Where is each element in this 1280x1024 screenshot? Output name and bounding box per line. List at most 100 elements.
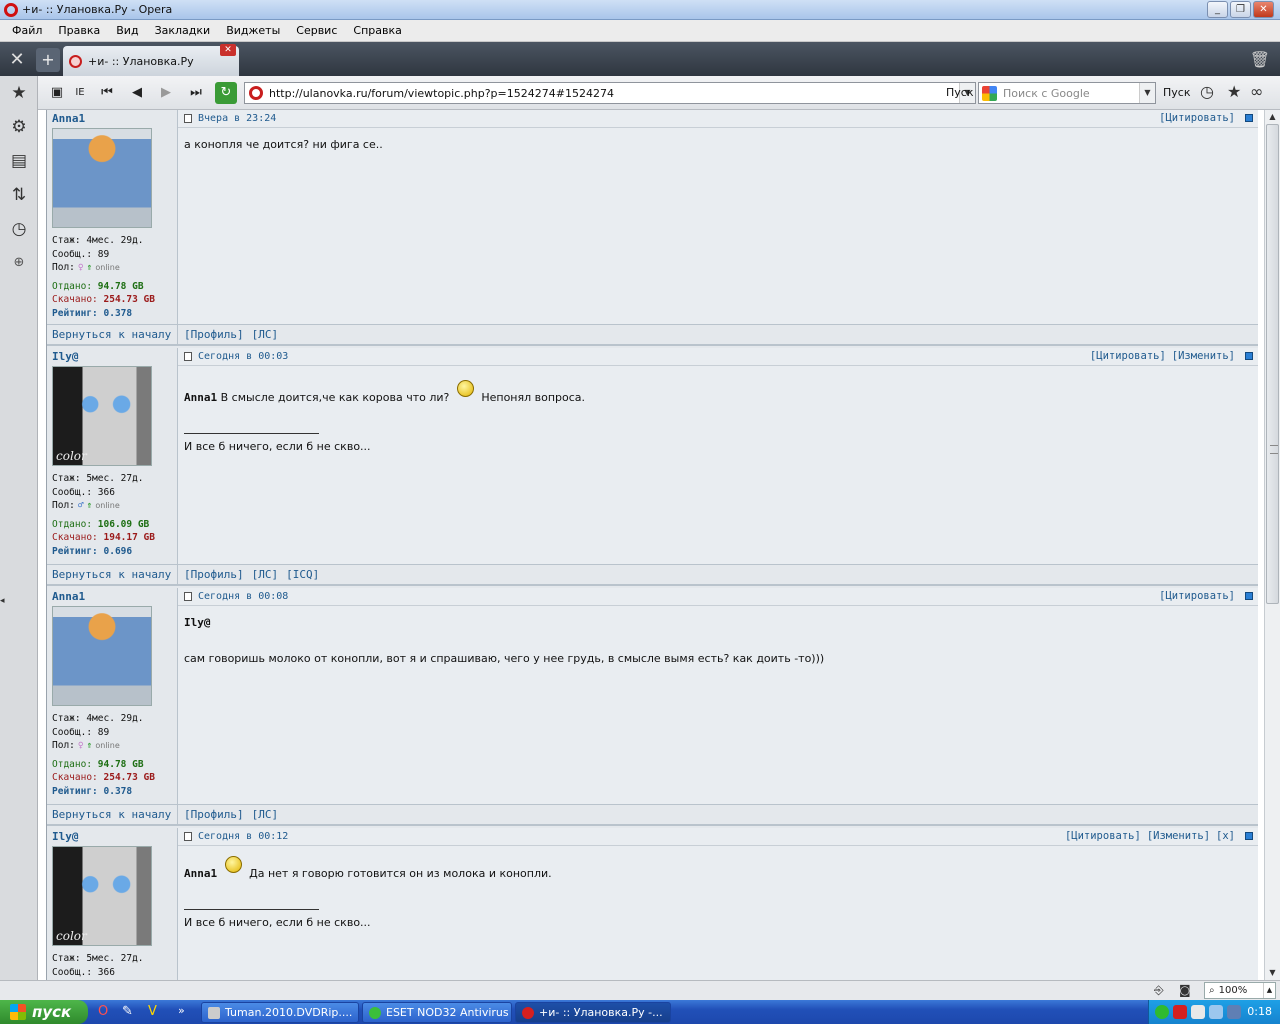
minimize-button[interactable]: _ [1207,1,1228,18]
start-button[interactable]: пуск [0,1000,88,1024]
post-author: Anna1 Стаж: 4мес. 29д. Сообщ.: 89 Пол: ♀… [47,588,178,804]
bookmarks-star-icon[interactable]: ★ [3,78,35,108]
delete-button[interactable]: [x] [1216,830,1235,842]
maximize-button[interactable]: ❐ [1230,1,1251,18]
menu-bookmarks[interactable]: Закладки [147,24,219,37]
close-tab-button[interactable]: ✕ [220,44,236,56]
back-to-top-link[interactable]: Вернуться к началу [47,565,178,584]
fast-forward-icon[interactable]: ⏭ [185,82,207,104]
view-settings-icon[interactable]: ⎆ [1154,983,1164,998]
forward-icon[interactable]: ▶ [155,82,177,104]
rewind-icon[interactable]: ⏮ [96,82,118,104]
volume-tray-icon[interactable] [1227,1005,1241,1019]
chat-icon[interactable]: ▤ [3,146,35,176]
v-quicklaunch-icon[interactable]: V [148,1004,157,1019]
save-icon[interactable]: ▣ [46,82,68,104]
close-window-button[interactable]: ✕ [1253,1,1274,18]
back-to-top-link[interactable]: Вернуться к началу [47,325,178,344]
reload-icon[interactable]: ↻ [215,82,237,104]
author-nick[interactable]: Ily@ [52,350,177,363]
post-date[interactable]: Сегодня в 00:03 [198,351,288,362]
history-clock-icon[interactable]: ◷ [3,214,35,244]
address-bar[interactable]: http://ulanovka.ru/forum/viewtopic.php?p… [244,82,976,104]
quote-button[interactable]: [Цитировать] [1159,112,1235,124]
search-input[interactable]: Поиск с Google ▼ [978,82,1156,104]
opera-quicklaunch-icon[interactable]: O [98,1004,108,1019]
post-date[interactable]: Вчера в 23:24 [198,113,276,124]
profile-link[interactable]: [Профиль] [184,805,244,824]
stat-posts: Сообщ.: 89 [52,726,110,738]
new-tab-button[interactable]: + [36,48,60,72]
display-tray-icon[interactable] [1209,1005,1223,1019]
edit-button[interactable]: [Изменить] [1172,350,1235,362]
quoted-nick[interactable]: Anna1 [184,391,217,404]
glasses-icon[interactable]: ∞ [1250,82,1263,101]
nod32-tray-icon[interactable] [1155,1005,1169,1019]
opera-tray-icon[interactable] [1173,1005,1187,1019]
collapse-panel-icon[interactable]: ◂ [0,596,5,606]
back-to-top-link[interactable]: Вернуться к началу [47,805,178,824]
icq-link[interactable]: [ICQ] [286,565,319,584]
author-nick[interactable]: Anna1 [52,112,177,125]
quoted-nick[interactable]: Ily@ [184,616,1258,630]
quoted-nick[interactable]: Anna1 [184,867,217,880]
scroll-up-icon[interactable]: ▲ [1265,110,1280,124]
quicklaunch-more-icon[interactable]: » [178,1004,185,1017]
add-panel-icon[interactable]: ⊕ [3,248,35,278]
ie-button[interactable]: IE [69,82,91,104]
menu-widgets[interactable]: Виджеты [218,24,288,37]
quote-button[interactable]: [Цитировать] [1159,590,1235,602]
menu-help[interactable]: Справка [345,24,409,37]
settings-gear-icon[interactable]: ⚙ [3,112,35,142]
go-button[interactable]: Пуск [946,86,973,99]
profile-link[interactable]: [Профиль] [184,325,244,344]
post-top-icon[interactable] [1245,592,1253,600]
scroll-down-icon[interactable]: ▼ [1265,966,1280,980]
profile-link[interactable]: [Профиль] [184,565,244,584]
author-nick[interactable]: Ily@ [52,830,177,843]
post-date[interactable]: Сегодня в 00:12 [198,831,288,842]
pm-link[interactable]: [ЛС] [252,325,279,344]
search-go-button[interactable]: Пуск [1163,86,1190,99]
transfers-icon[interactable]: ⇅ [3,180,35,210]
edit-button[interactable]: [Изменить] [1147,830,1210,842]
post-top-icon[interactable] [1245,832,1253,840]
tools-quicklaunch-icon[interactable]: ✎ [122,1004,133,1019]
zoom-dropdown-icon[interactable]: ▲ [1263,983,1275,998]
task-tuman[interactable]: Tuman.2010.DVDRip.... [201,1002,359,1023]
post-doc-icon [184,352,192,361]
tools-icon[interactable]: ✕ [2,47,32,73]
author-nick[interactable]: Anna1 [52,590,177,603]
quote-button[interactable]: [Цитировать] [1090,350,1166,362]
zoom-control[interactable]: ⌕ 100% ▲ [1204,982,1276,999]
post-top-icon[interactable] [1245,352,1253,360]
stat-uploaded: Отдано: 94.78 GB [52,758,144,770]
search-dropdown-icon[interactable]: ▼ [1139,83,1155,103]
speed-dial-clock-icon[interactable]: ◷ [1200,82,1214,101]
signature-divider [184,433,319,434]
author-stats: Стаж: 5мес. 27д. Сообщ.: 366 [52,952,177,979]
post-text: Anna1 В смысле доится,че как корова что … [178,366,1258,454]
scroll-thumb[interactable] [1266,124,1279,604]
pm-link[interactable]: [ЛС] [252,565,279,584]
tab-ulanovka[interactable]: +и- :: Улановка.Ру ✕ [63,44,239,76]
zoom-value: 100% [1218,985,1248,996]
back-icon[interactable]: ◀ [126,82,148,104]
trash-icon[interactable]: 🗑 [1250,50,1270,69]
camera-icon[interactable]: ◙ [1179,983,1191,997]
post-top-icon[interactable] [1245,114,1253,122]
menu-edit[interactable]: Правка [50,24,108,37]
menu-tools[interactable]: Сервис [288,24,345,37]
quote-button[interactable]: [Цитировать] [1065,830,1141,842]
task-nod32[interactable]: ESET NOD32 Antivirus [362,1002,512,1023]
vertical-scrollbar[interactable]: ▲ ▼ [1264,110,1280,980]
pm-link[interactable]: [ЛС] [252,805,279,824]
menu-file[interactable]: Файл [4,24,50,37]
task-opera[interactable]: +и- :: Улановка.Ру -... [515,1002,671,1023]
menu-view[interactable]: Вид [108,24,146,37]
post-date[interactable]: Сегодня в 00:08 [198,591,288,602]
network-tray-icon[interactable] [1191,1005,1205,1019]
bookmark-star-icon[interactable]: ★ [1227,82,1241,101]
post-message: Вчера в 23:24 [Цитировать] а конопля че … [178,110,1258,324]
post-author: Anna1 Стаж: 4мес. 29д. Сообщ.: 89 Пол: ♀… [47,110,178,324]
